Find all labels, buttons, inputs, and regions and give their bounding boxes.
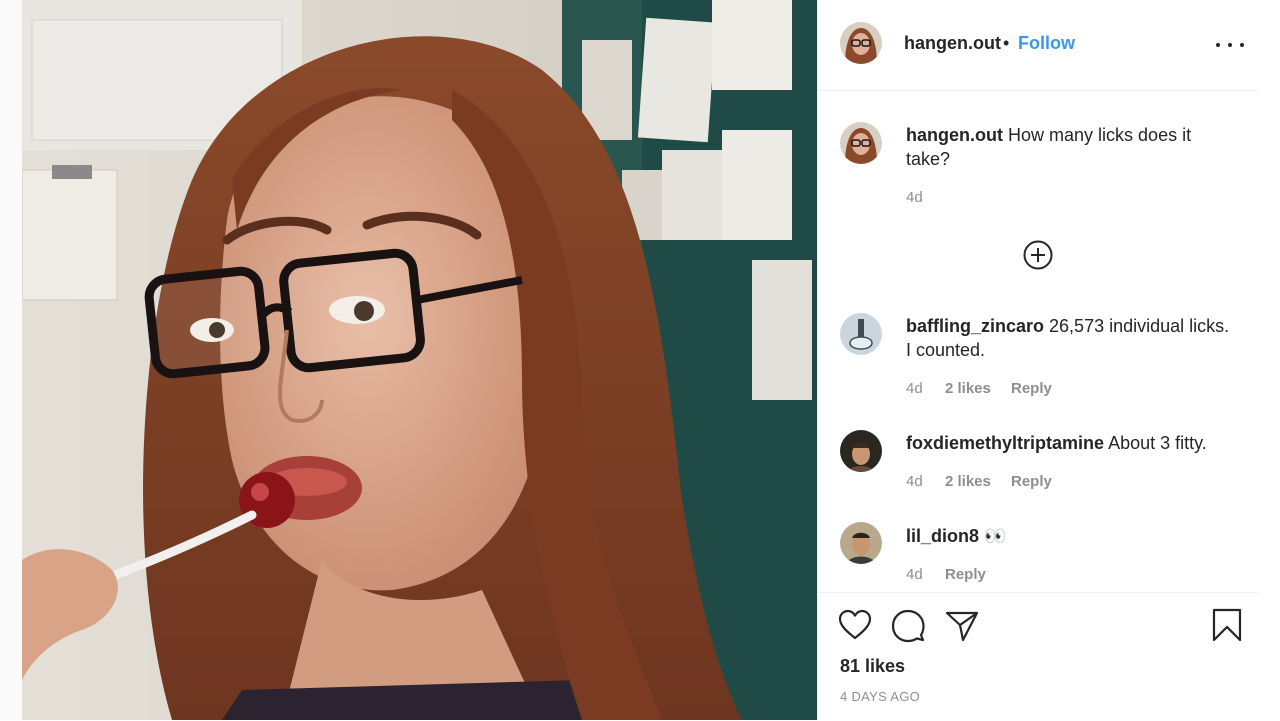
comment-1: baffling_zincaro 26,573 individual licks… [906, 314, 1236, 362]
comment-age[interactable]: 4d [906, 473, 923, 490]
reply-button[interactable]: Reply [1011, 473, 1052, 490]
comment-2: foxdiemethyltriptamine About 3 fitty. [906, 431, 1236, 455]
comment-icon[interactable] [891, 609, 925, 648]
right-margin [1258, 0, 1280, 720]
heart-icon[interactable] [838, 609, 872, 646]
comment-username[interactable]: foxdiemethyltriptamine [906, 433, 1104, 453]
reply-button[interactable]: Reply [1011, 380, 1052, 397]
comment-age[interactable]: 4d [906, 380, 923, 397]
selfie-image [22, 0, 817, 720]
follow-button[interactable]: Follow [1018, 33, 1075, 54]
comment-username[interactable]: lil_dion8 [906, 526, 979, 546]
caption-avatar[interactable] [840, 122, 882, 164]
post-side-panel: hangen.out • Follow hangen.out How many … [817, 0, 1259, 720]
comment-likes[interactable]: 2 likes [945, 473, 991, 490]
post-header: hangen.out • Follow [818, 0, 1259, 91]
share-icon[interactable] [945, 610, 979, 647]
bookmark-icon[interactable] [1212, 608, 1242, 647]
commenter-avatar[interactable] [840, 430, 882, 472]
caption-age[interactable]: 4d [906, 189, 923, 206]
likes-count[interactable]: 81 likes [840, 656, 905, 677]
author-username[interactable]: hangen.out [904, 33, 1001, 54]
caption: hangen.out How many licks does it take? [906, 123, 1236, 171]
comment-likes[interactable]: 2 likes [945, 380, 991, 397]
post-actions: 81 likes 4 DAYS AGO [818, 592, 1259, 721]
post-date[interactable]: 4 DAYS AGO [840, 689, 920, 704]
more-options-icon[interactable] [1216, 40, 1244, 50]
caption-username[interactable]: hangen.out [906, 125, 1003, 145]
reply-button[interactable]: Reply [945, 566, 986, 583]
separator-dot: • [1003, 33, 1010, 53]
comment-age[interactable]: 4d [906, 566, 923, 583]
left-margin [0, 0, 22, 720]
commenter-avatar[interactable] [840, 313, 882, 355]
plus-circle-icon[interactable] [1023, 240, 1053, 270]
author-avatar[interactable] [840, 22, 882, 64]
comment-text: About 3 fitty. [1108, 433, 1207, 453]
comment-3: lil_dion8 👀 [906, 524, 1236, 548]
comment-username[interactable]: baffling_zincaro [906, 316, 1044, 336]
post-photo[interactable] [22, 0, 817, 720]
comment-text: 👀 [984, 526, 1007, 546]
commenter-avatar[interactable] [840, 522, 882, 564]
